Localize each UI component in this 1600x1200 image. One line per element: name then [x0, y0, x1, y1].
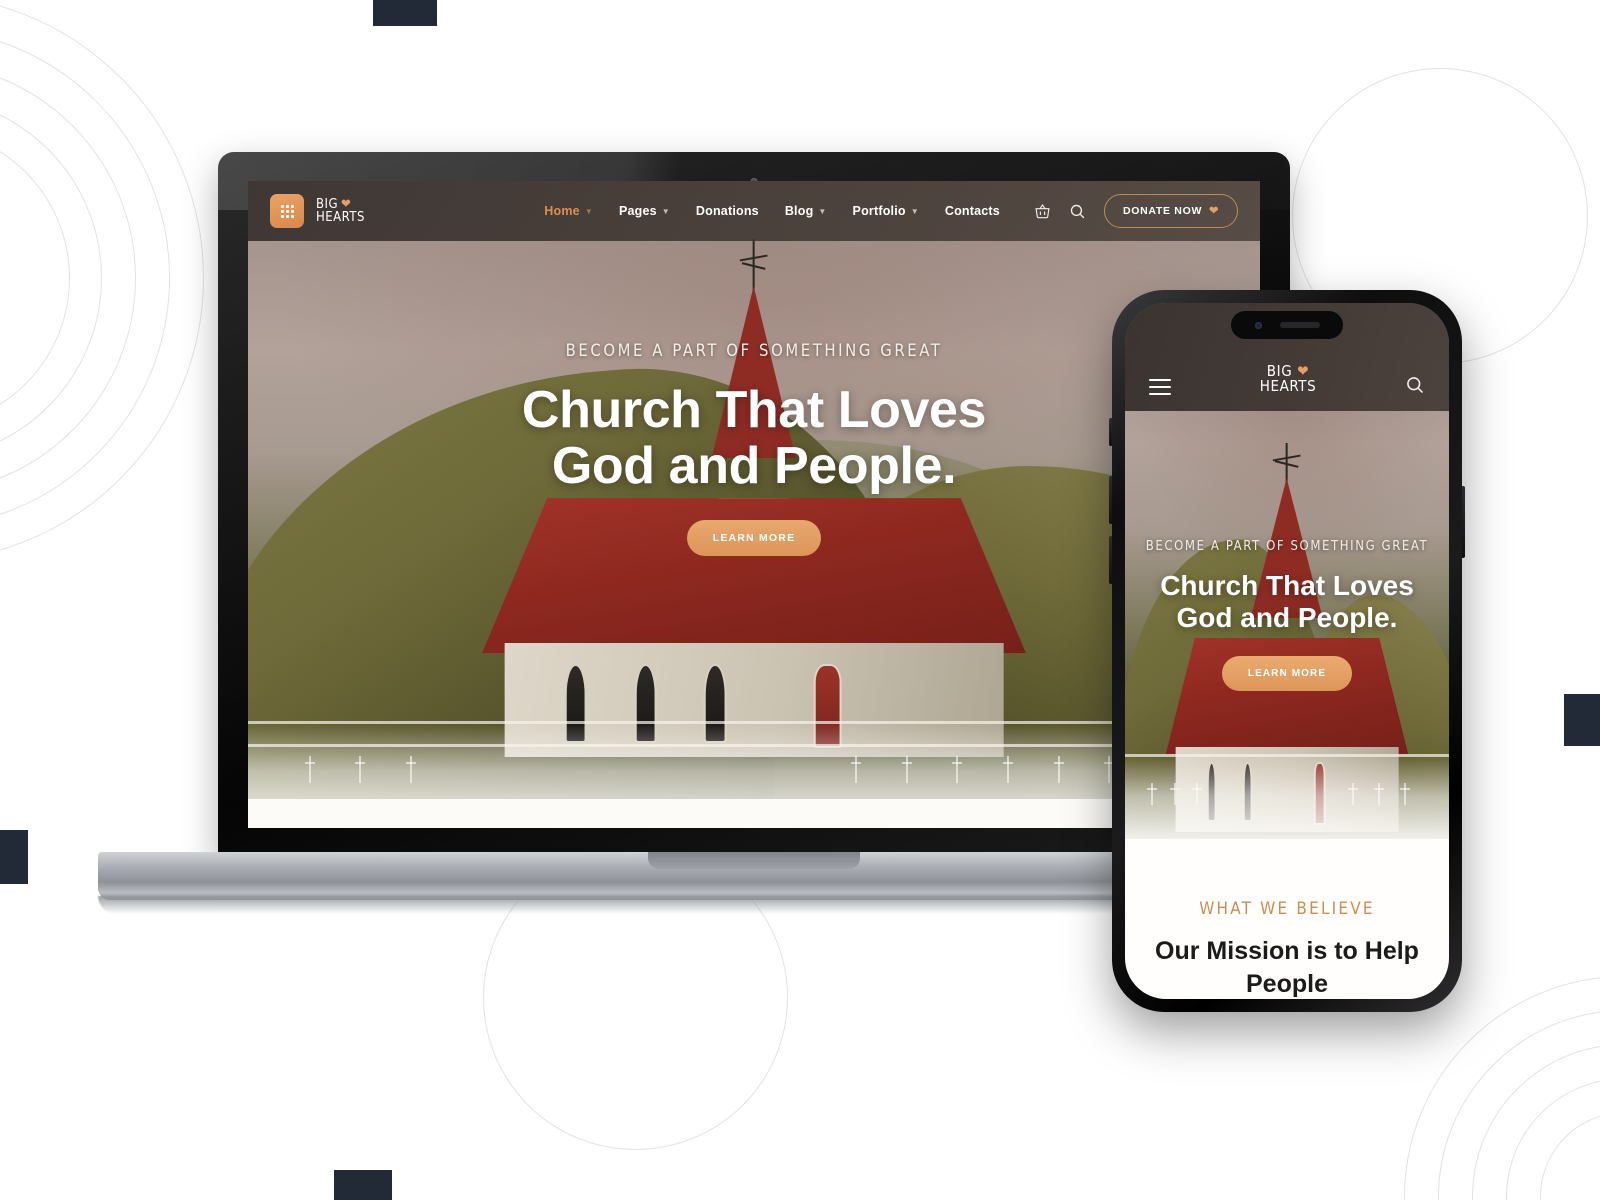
decor-ring-bottomright-3	[1472, 1044, 1600, 1200]
decor-ring-left-1	[0, 128, 70, 428]
donate-now-button[interactable]: DONATE NOW ❤	[1103, 194, 1238, 228]
phone-notch	[1231, 311, 1343, 339]
nav-item-pages[interactable]: Pages ▼	[619, 204, 670, 218]
chevron-down-icon: ▼	[661, 206, 670, 216]
decor-square-right	[1564, 694, 1600, 746]
decor-ring-bottomright-2	[1506, 1078, 1600, 1200]
nav-label: Donations	[695, 204, 759, 218]
hero-fade-overlay	[1125, 756, 1449, 843]
speaker-grille	[1279, 322, 1320, 328]
decor-ring-left-4	[0, 28, 170, 528]
nav-label: Contacts	[944, 204, 1000, 218]
mobile-section-heading: Our Mission is to Help People	[1155, 937, 1419, 998]
decor-square-left	[0, 830, 28, 884]
decor-ring-left-2	[0, 96, 102, 460]
chevron-down-icon: ▼	[584, 206, 593, 216]
shopping-basket-icon[interactable]	[1034, 203, 1051, 220]
church-roof	[1165, 637, 1409, 755]
brand-line-2: HEARTS	[1259, 377, 1317, 396]
mobile-mission-section: WHAT WE BELIEVE Our Mission is to Help P…	[1125, 839, 1449, 999]
decor-ring-bottomright-4	[1438, 1010, 1600, 1200]
desktop-nav: Home ▼ Pages ▼ Donations Blog ▼ Portfoli…	[544, 204, 1000, 218]
nav-label: Blog	[784, 204, 814, 218]
heart-icon: ❤	[1209, 204, 1219, 217]
mobile-section-kicker: WHAT WE BELIEVE	[1199, 899, 1375, 919]
nav-label: Home	[544, 204, 580, 218]
decor-square-bottom	[334, 1170, 392, 1200]
nav-label: Pages	[618, 204, 657, 218]
decor-ring-left-5	[0, 0, 204, 562]
nav-item-blog[interactable]: Blog ▼	[785, 204, 827, 218]
donate-label: DONATE NOW	[1122, 205, 1203, 217]
hero-bottom-band	[248, 798, 1260, 828]
church-illustration	[471, 239, 1038, 757]
church-spire	[1251, 478, 1323, 619]
nav-label: Portfolio	[852, 204, 906, 218]
hamburger-menu-icon[interactable]	[1149, 379, 1171, 395]
nav-item-home[interactable]: Home ▼	[544, 204, 593, 218]
mobile-learn-more-button[interactable]: LEARN MORE	[1221, 656, 1353, 692]
nav-item-portfolio[interactable]: Portfolio ▼	[853, 204, 919, 218]
decor-ring-bottomright-1	[1540, 1112, 1600, 1200]
brand-line-2: HEARTS	[316, 210, 365, 225]
cross-icon	[1286, 443, 1288, 483]
front-camera-icon	[1254, 321, 1262, 329]
cross-icon	[753, 239, 755, 291]
learn-more-button[interactable]: LEARN MORE	[686, 520, 822, 557]
search-icon[interactable]	[1405, 375, 1425, 395]
nav-item-donations[interactable]: Donations	[696, 204, 759, 218]
desktop-header: BIG ❤ HEARTS Home ▼ Pages ▼ Donations Bl…	[248, 181, 1260, 241]
church-spire	[712, 285, 796, 458]
chevron-down-icon: ▼	[910, 206, 919, 216]
decor-ring-left-3	[0, 62, 136, 494]
chevron-down-icon: ▼	[818, 206, 827, 216]
mobile-viewport: BECOME A PART OF SOMETHING GREAT Church …	[1125, 303, 1449, 999]
nav-item-contacts[interactable]: Contacts	[945, 204, 1000, 218]
grid-dots-icon	[280, 204, 294, 218]
phone-mockup: BECOME A PART OF SOMETHING GREAT Church …	[1109, 290, 1465, 1012]
brand-wordmark[interactable]: BIG ❤ HEARTS	[316, 198, 365, 224]
logo-mark[interactable]	[270, 194, 304, 228]
search-icon[interactable]	[1069, 203, 1086, 220]
mobile-brand-wordmark[interactable]: BIG ❤ HEARTS	[1259, 363, 1317, 396]
desktop-header-actions: DONATE NOW ❤	[1034, 194, 1238, 228]
phone-frame: BECOME A PART OF SOMETHING GREAT Church …	[1112, 290, 1462, 1012]
decor-square-top	[373, 0, 437, 26]
